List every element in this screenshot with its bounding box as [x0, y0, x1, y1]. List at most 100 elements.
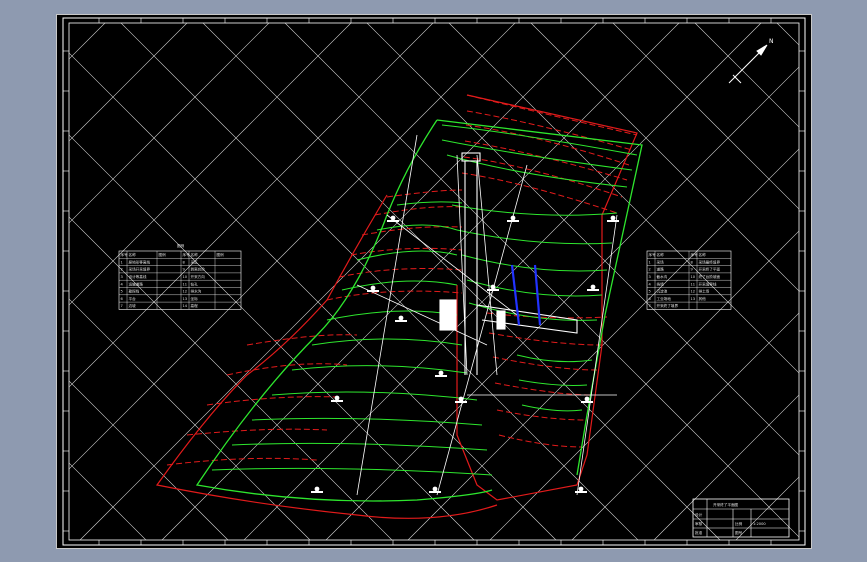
table-cell: 钻孔: [191, 281, 199, 286]
survey-point: [610, 215, 616, 221]
title-block-cell: 设计: [695, 512, 703, 517]
table-cell: 8: [691, 260, 694, 264]
title-block-cell: 1:2000: [753, 522, 766, 526]
table-cell: 3: [121, 275, 123, 279]
survey-point-label: [587, 289, 599, 291]
survey-point: [314, 486, 320, 492]
north-arrow-label: N: [769, 38, 774, 45]
table-header: 图例: [217, 252, 225, 257]
title-block-cell: 比例: [735, 521, 743, 526]
table-cell: 7: [121, 304, 123, 308]
table-cell: 排土场: [699, 289, 710, 294]
table-cell: 工业场地: [657, 296, 672, 301]
red-boundary: [155, 94, 638, 519]
survey-point-label: [311, 491, 323, 493]
survey-point: [578, 486, 584, 492]
facility: [439, 152, 578, 375]
table-cell: 2: [121, 268, 123, 272]
table-cell: 12: [691, 290, 696, 294]
survey-point: [438, 370, 444, 376]
table-cell: 采场开采境界: [129, 267, 151, 272]
survey-point-label: [387, 220, 399, 222]
table-cell: 11: [691, 282, 696, 286]
table-cell: 5: [121, 290, 123, 294]
grid-line: [448, 23, 799, 374]
table-cell: 4: [649, 282, 652, 286]
table-cell: 设计等高线: [129, 274, 147, 279]
table-header: 名称: [657, 252, 665, 257]
table-cell: 4: [121, 282, 124, 286]
table-cell: 12: [183, 290, 188, 294]
survey-point-label: [367, 290, 379, 292]
grid-line: [69, 462, 147, 540]
table-cell: 挡墙: [657, 281, 665, 286]
survey-point-label: [607, 220, 619, 222]
survey-point: [458, 396, 464, 402]
cad-viewport[interactable]: N 图例 序号 名称 图例 序号 名称 图例 1 原地形等高线 8 采区 2 采场开采境界 9 剥离台阶 3…: [56, 14, 812, 549]
table-cell: 14: [183, 304, 188, 308]
table-cell: 7: [649, 304, 651, 308]
table-cell: 边坡: [129, 303, 137, 308]
grid-line: [79, 23, 598, 540]
table-cell: 6: [121, 297, 124, 301]
table-cell: 采场: [657, 259, 665, 264]
table-cell: 采场最终境界: [699, 259, 721, 264]
table-cell: 2: [649, 268, 651, 272]
grid-line: [653, 394, 799, 540]
north-arrow: [728, 44, 768, 84]
survey-point: [490, 284, 496, 290]
table-header: 图例: [159, 252, 167, 257]
table-cell: 原地形等高线: [129, 259, 151, 264]
table-cell: 1: [121, 260, 123, 264]
table-cell: 8: [183, 260, 186, 264]
grid-line: [57, 15, 79, 548]
grid-line: [69, 23, 106, 60]
table-cell: 其他: [699, 296, 707, 301]
survey-point-label: [455, 401, 467, 403]
table-cell: 剥离台阶: [191, 267, 206, 272]
grid-line: [325, 66, 799, 540]
survey-point: [390, 215, 396, 221]
table-cell: 开采终了境界: [657, 303, 679, 308]
grid-line: [803, 15, 811, 548]
table-cell: 10: [691, 275, 696, 279]
survey-point-label: [575, 491, 587, 493]
survey-point-label: [331, 400, 343, 402]
table-header: 名称: [191, 252, 199, 257]
table-cell: 终了台阶坡面: [699, 274, 721, 279]
title-block-cell: 审核: [695, 521, 703, 526]
grid-line: [69, 23, 270, 224]
table-cell: 6: [649, 297, 652, 301]
cad-drawing: N 图例 序号 名称 图例 序号 名称 图例1 原地形等高线 8 采区2 采场开采境界 9 剥离台阶3…: [57, 15, 811, 548]
title-block: 开采终了平面图 设计审核 比例 1:2000 批准 图号: [692, 498, 790, 538]
table-cell: 11: [183, 282, 188, 286]
table-cell: 勘探线: [129, 289, 140, 294]
table-cell: 9: [691, 268, 694, 272]
survey-point: [432, 486, 438, 492]
table-cell: 坐标: [191, 296, 199, 301]
table-cell: 平台: [129, 296, 137, 301]
table-cell: 开采方向: [191, 274, 206, 279]
table-cell: 13: [183, 297, 188, 301]
table-cell: 开采境界线: [699, 281, 717, 286]
table-cell: 截水沟: [657, 274, 668, 279]
survey-point: [398, 315, 404, 321]
table-cell: 1: [649, 260, 651, 264]
title-block-cell: 批准: [695, 530, 703, 535]
grid-line: [69, 23, 434, 388]
survey-point-label: [581, 401, 593, 403]
survey-point-label: [487, 289, 499, 291]
title-block-title: 开采终了平面图: [713, 502, 739, 507]
survey-point-label: [395, 320, 407, 322]
table-cell: 3: [649, 275, 651, 279]
title-block-cell: 图号: [735, 530, 743, 535]
legend-title: 图例: [177, 243, 185, 248]
survey-point: [590, 284, 596, 290]
table-cell: 采区: [191, 259, 199, 264]
table-cell: 10: [183, 275, 188, 279]
grid-line: [69, 216, 393, 540]
grid-line: [571, 312, 799, 540]
exploration-lines: [356, 134, 618, 496]
grid-line: [735, 476, 799, 540]
table-cell: 13: [691, 297, 696, 301]
